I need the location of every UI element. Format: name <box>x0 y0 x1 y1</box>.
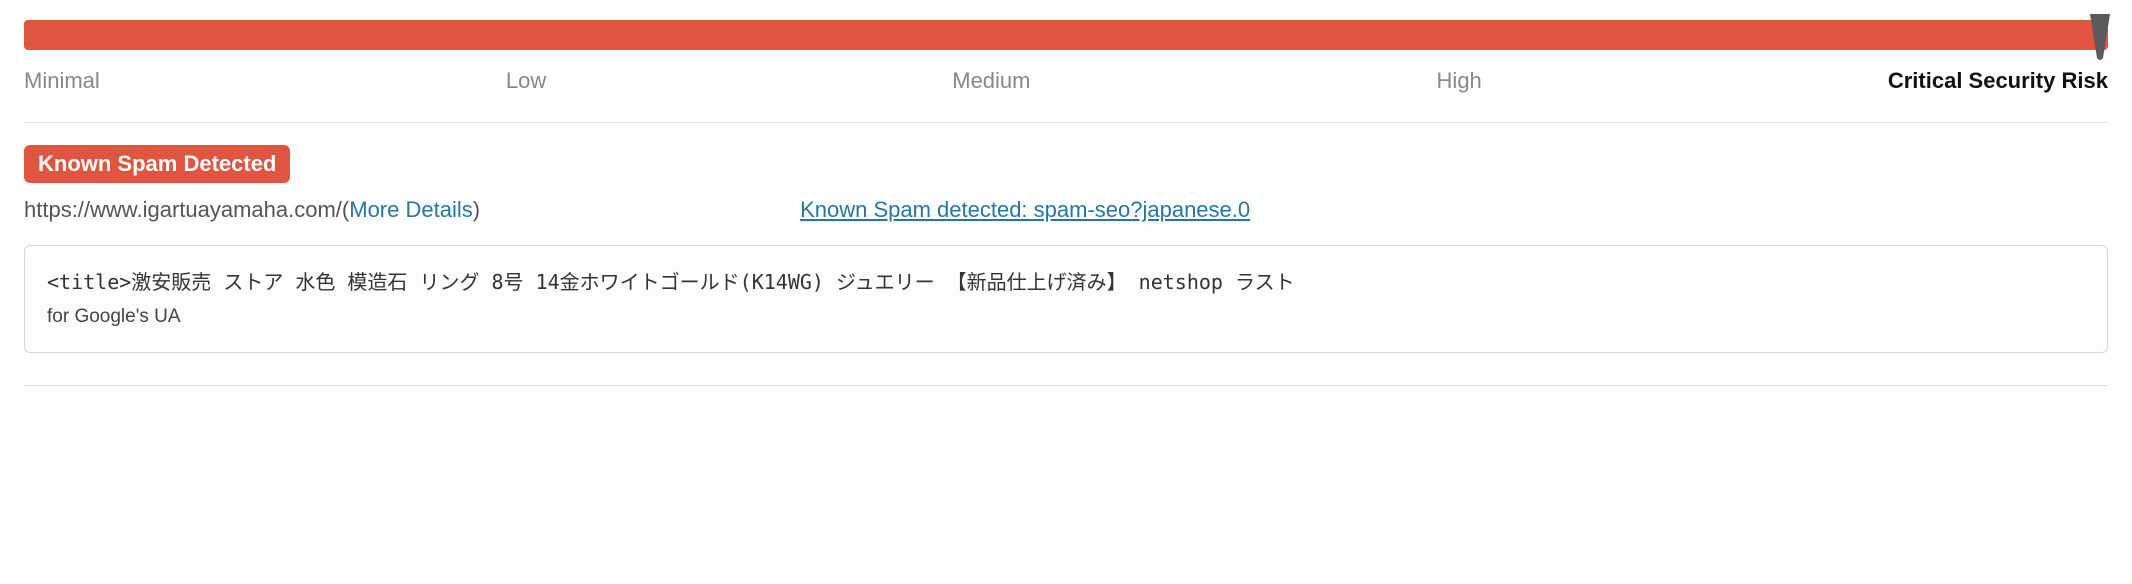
bottom-divider <box>24 385 2108 386</box>
risk-labels-row: Minimal Low Medium High Critical Securit… <box>24 68 2108 123</box>
risk-indicator-icon <box>2086 12 2114 67</box>
scanned-url: https://www.igartuayamaha.com/ <box>24 197 342 223</box>
risk-bar-container <box>24 20 2108 50</box>
code-note: for Google's UA <box>47 302 2085 332</box>
risk-label-critical: Critical Security Risk <box>1888 68 2108 94</box>
code-sample-box: <title>激安販売 ストア 水色 模造石 リング 8号 14金ホワイトゴール… <box>24 245 2108 353</box>
more-details-link[interactable]: More Details <box>349 197 472 223</box>
details-row: https://www.igartuayamaha.com/ ( More De… <box>24 197 2108 223</box>
risk-bar <box>24 20 2108 50</box>
code-line-title: <title>激安販売 ストア 水色 模造石 リング 8号 14金ホワイトゴール… <box>47 266 2085 298</box>
detection-result-link[interactable]: Known Spam detected: spam-seo?japanese.0 <box>800 197 1250 223</box>
risk-label-high: High <box>1437 68 1482 94</box>
close-paren: ) <box>473 197 480 223</box>
risk-label-low: Low <box>506 68 546 94</box>
open-paren: ( <box>342 197 349 223</box>
spam-detected-badge: Known Spam Detected <box>24 145 290 183</box>
risk-label-medium: Medium <box>952 68 1030 94</box>
risk-label-minimal: Minimal <box>24 68 100 94</box>
